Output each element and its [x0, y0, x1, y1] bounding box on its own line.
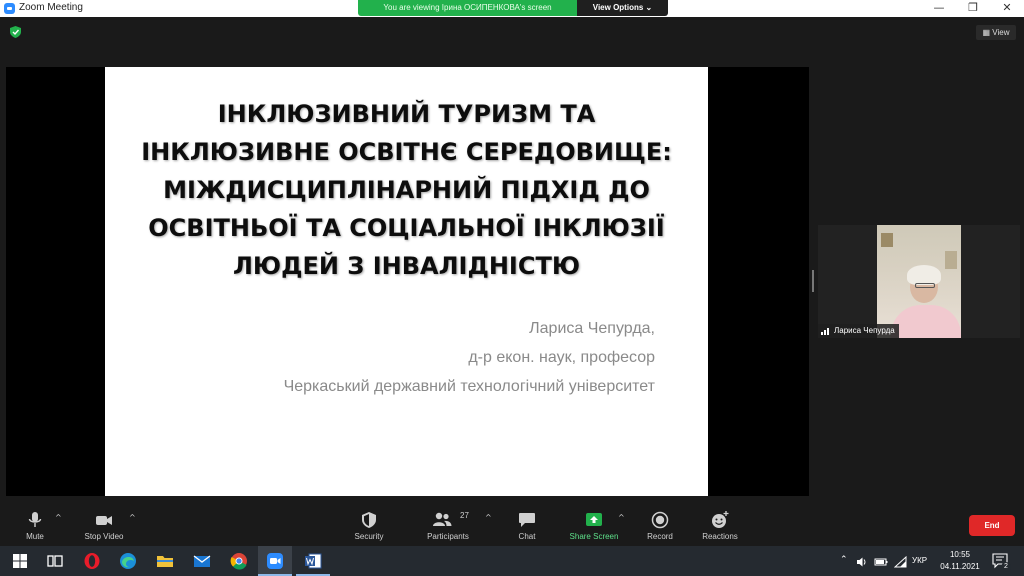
- share-screen-icon: [586, 513, 602, 526]
- clock[interactable]: 10:55 04.11.2021: [932, 549, 988, 573]
- speaker-volume-icon[interactable]: [856, 556, 868, 568]
- participant-hair: [907, 265, 941, 285]
- edge-browser-icon[interactable]: [118, 551, 138, 571]
- chat-label: Chat: [518, 532, 536, 541]
- slide-title-line: ОСВІТНЬОЇ ТА СОЦІАЛЬНОЇ ІНКЛЮЗІЇ: [148, 214, 665, 242]
- record-label: Record: [647, 532, 673, 541]
- participant-name-label: Лариса Чепурда: [818, 324, 899, 338]
- slide-author: Лариса Чепурда,: [529, 320, 655, 337]
- word-icon[interactable]: [303, 551, 323, 571]
- participant-name: Лариса Чепурда: [834, 326, 895, 335]
- slide-title-line: МІЖДИСЦИПЛІНАРНИЙ ПІДХІД ДО: [163, 176, 650, 204]
- wifi-icon[interactable]: [894, 556, 907, 568]
- mute-button[interactable]: Mute: [16, 511, 54, 545]
- view-button[interactable]: ▦ View: [976, 25, 1016, 40]
- viewing-banner: You are viewing Ірина ОСИПЕНКОВА's scree…: [358, 0, 577, 16]
- shield-icon: [362, 512, 376, 528]
- stop-video-button[interactable]: Stop Video: [78, 511, 130, 545]
- zoom-logo-icon: [4, 3, 15, 14]
- mail-icon[interactable]: [192, 551, 212, 571]
- notifications-count: 2: [1001, 562, 1011, 572]
- security-label: Security: [354, 532, 384, 541]
- panel-resize-handle[interactable]: [812, 270, 814, 292]
- security-shield-icon[interactable]: [10, 26, 21, 38]
- slide-title-line: ЛЮДЕЙ З ІНВАЛІДНІСТЮ: [232, 252, 580, 280]
- view-options-button[interactable]: View Options ⌄: [577, 0, 668, 16]
- participant-body: [891, 305, 961, 338]
- file-explorer-icon[interactable]: [155, 551, 175, 571]
- audio-options-caret[interactable]: ^: [55, 513, 63, 522]
- mute-label: Mute: [26, 532, 44, 541]
- windows-taskbar: [0, 546, 1024, 576]
- zoom-taskbar-icon[interactable]: [265, 551, 285, 571]
- show-hidden-icons-chevron[interactable]: ⌃: [840, 555, 848, 565]
- participants-count: 27: [460, 511, 469, 520]
- background-picture: [945, 251, 957, 269]
- input-language-indicator[interactable]: УКР: [912, 556, 927, 565]
- share-screen-label: Share Screen: [569, 532, 619, 541]
- end-meeting-button[interactable]: End: [969, 515, 1015, 536]
- restore-button[interactable]: ❐: [956, 0, 990, 17]
- chat-button[interactable]: Chat: [509, 511, 545, 545]
- clock-date: 04.11.2021: [940, 562, 980, 571]
- participants-options-caret[interactable]: ^: [485, 513, 493, 522]
- task-view-icon[interactable]: [45, 551, 65, 571]
- reactions-label: Reactions: [702, 532, 738, 541]
- battery-icon[interactable]: [874, 556, 888, 568]
- slide-institution: Черкаський державний технологічний уніве…: [283, 378, 655, 395]
- presentation-slide: ІНКЛЮЗИВНИЙ ТУРИЗМ ТА ІНКЛЮЗИВНЕ ОСВІТНЄ…: [105, 67, 708, 496]
- participants-label: Participants: [427, 532, 469, 541]
- chat-bubble-icon: [519, 513, 535, 527]
- record-icon: [651, 511, 669, 529]
- signal-strength-icon: [821, 328, 829, 335]
- slide-title-line: ІНКЛЮЗИВНИЙ ТУРИЗМ ТА: [217, 100, 596, 128]
- participant-video: [877, 225, 961, 338]
- video-camera-icon: [96, 516, 112, 525]
- reactions-button[interactable]: Reactions: [698, 511, 742, 545]
- background-picture: [881, 233, 893, 247]
- participant-glasses: [915, 283, 935, 288]
- slide-title-line: ІНКЛЮЗИВНЕ ОСВІТНЄ СЕРЕДОВИЩЕ:: [141, 138, 672, 166]
- security-button[interactable]: Security: [349, 511, 389, 545]
- slide-degree: д-р екон. наук, професор: [468, 349, 655, 366]
- microphone-icon: [28, 512, 42, 527]
- record-button[interactable]: Record: [641, 511, 679, 545]
- close-button[interactable]: ✕: [990, 0, 1024, 17]
- video-options-caret[interactable]: ^: [129, 513, 137, 522]
- participants-icon: [433, 512, 452, 526]
- windows-start-icon[interactable]: [10, 551, 30, 571]
- stop-video-label: Stop Video: [84, 532, 124, 541]
- clock-time: 10:55: [949, 550, 971, 559]
- slide-author-block: Лариса Чепурда, д-р екон. наук, професор…: [105, 314, 655, 401]
- chrome-browser-icon[interactable]: [229, 551, 249, 571]
- window-title: Zoom Meeting: [19, 2, 83, 13]
- share-screen-button[interactable]: Share Screen: [565, 511, 623, 545]
- reactions-smiley-icon: [712, 511, 729, 528]
- minimize-button[interactable]: —: [922, 0, 956, 17]
- opera-browser-icon[interactable]: [82, 551, 102, 571]
- share-options-caret[interactable]: ^: [618, 513, 626, 522]
- slide-title: ІНКЛЮЗИВНИЙ ТУРИЗМ ТА ІНКЛЮЗИВНЕ ОСВІТНЄ…: [105, 95, 708, 285]
